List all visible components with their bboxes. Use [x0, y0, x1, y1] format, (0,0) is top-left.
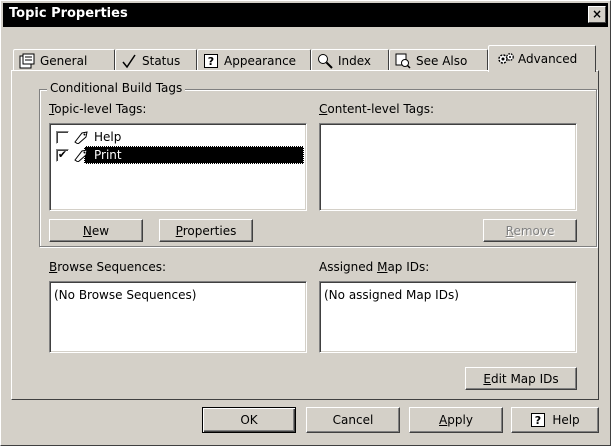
tab-general[interactable]: General — [13, 49, 115, 71]
tab-status[interactable]: Status — [115, 49, 197, 71]
magnifier-icon — [317, 53, 333, 69]
properties-button[interactable]: Properties — [159, 219, 253, 242]
list-item[interactable]: (No Browse Sequences) — [54, 288, 196, 302]
tag-icon — [73, 148, 89, 163]
close-button[interactable]: × — [588, 6, 606, 23]
general-tab-icon — [19, 53, 35, 69]
tab-label: Appearance — [224, 53, 297, 68]
tag-icon — [73, 130, 89, 145]
topic-level-tags-list[interactable]: Help ✔ Print — [49, 123, 307, 211]
new-button[interactable]: New — [49, 219, 143, 242]
svg-text:?: ? — [208, 55, 214, 68]
browse-sequences-label: Browse Sequences: — [49, 260, 166, 274]
browse-sequences-list[interactable]: (No Browse Sequences) — [49, 281, 307, 353]
tab-see-also[interactable]: See Also — [389, 49, 488, 71]
cancel-button[interactable]: Cancel — [306, 407, 400, 433]
ok-button[interactable]: OK — [202, 407, 296, 433]
checkmark-icon — [121, 53, 137, 69]
edit-map-ids-button[interactable]: Edit Map IDs — [465, 367, 577, 390]
question-box-icon: ? — [530, 412, 546, 428]
tag-checkbox[interactable]: ✔ — [56, 148, 69, 162]
svg-text:?: ? — [535, 414, 541, 427]
topic-level-tags-label: Topic-level Tags: — [49, 102, 147, 116]
list-item[interactable]: ✔ Print — [52, 146, 304, 164]
tag-name: Help — [94, 130, 122, 144]
help-button[interactable]: ? Help — [511, 407, 599, 433]
tag-name: Print — [92, 148, 124, 162]
tab-advanced[interactable]: Advanced — [488, 45, 596, 72]
see-also-icon — [395, 53, 411, 69]
list-item[interactable]: Help — [52, 128, 304, 146]
tab-label: Advanced — [518, 52, 578, 66]
gears-icon — [497, 51, 514, 67]
question-box-icon: ? — [203, 53, 219, 69]
tab-appearance[interactable]: ? Appearance — [197, 49, 311, 71]
tag-checkbox[interactable] — [56, 130, 69, 144]
assigned-map-ids-list[interactable]: (No assigned Map IDs) — [319, 281, 577, 353]
tab-label: Status — [142, 53, 181, 68]
tab-label: General — [40, 53, 88, 68]
assigned-map-ids-label: Assigned Map IDs: — [319, 260, 430, 274]
apply-button[interactable]: Apply — [409, 407, 503, 433]
list-item[interactable]: (No assigned Map IDs) — [324, 288, 459, 302]
tab-label: Index — [338, 53, 372, 68]
content-level-tags-list[interactable] — [319, 123, 577, 211]
remove-button[interactable]: Remove — [483, 219, 577, 242]
group-title: Conditional Build Tags — [47, 81, 186, 95]
tab-index[interactable]: Index — [311, 49, 389, 71]
window-title: Topic Properties — [9, 6, 128, 21]
title-bar[interactable]: Topic Properties × — [3, 3, 608, 27]
tab-label: See Also — [416, 53, 468, 68]
content-level-tags-label: Content-level Tags: — [319, 102, 435, 116]
topic-properties-dialog: Topic Properties × General Status ? Appe… — [0, 0, 611, 446]
